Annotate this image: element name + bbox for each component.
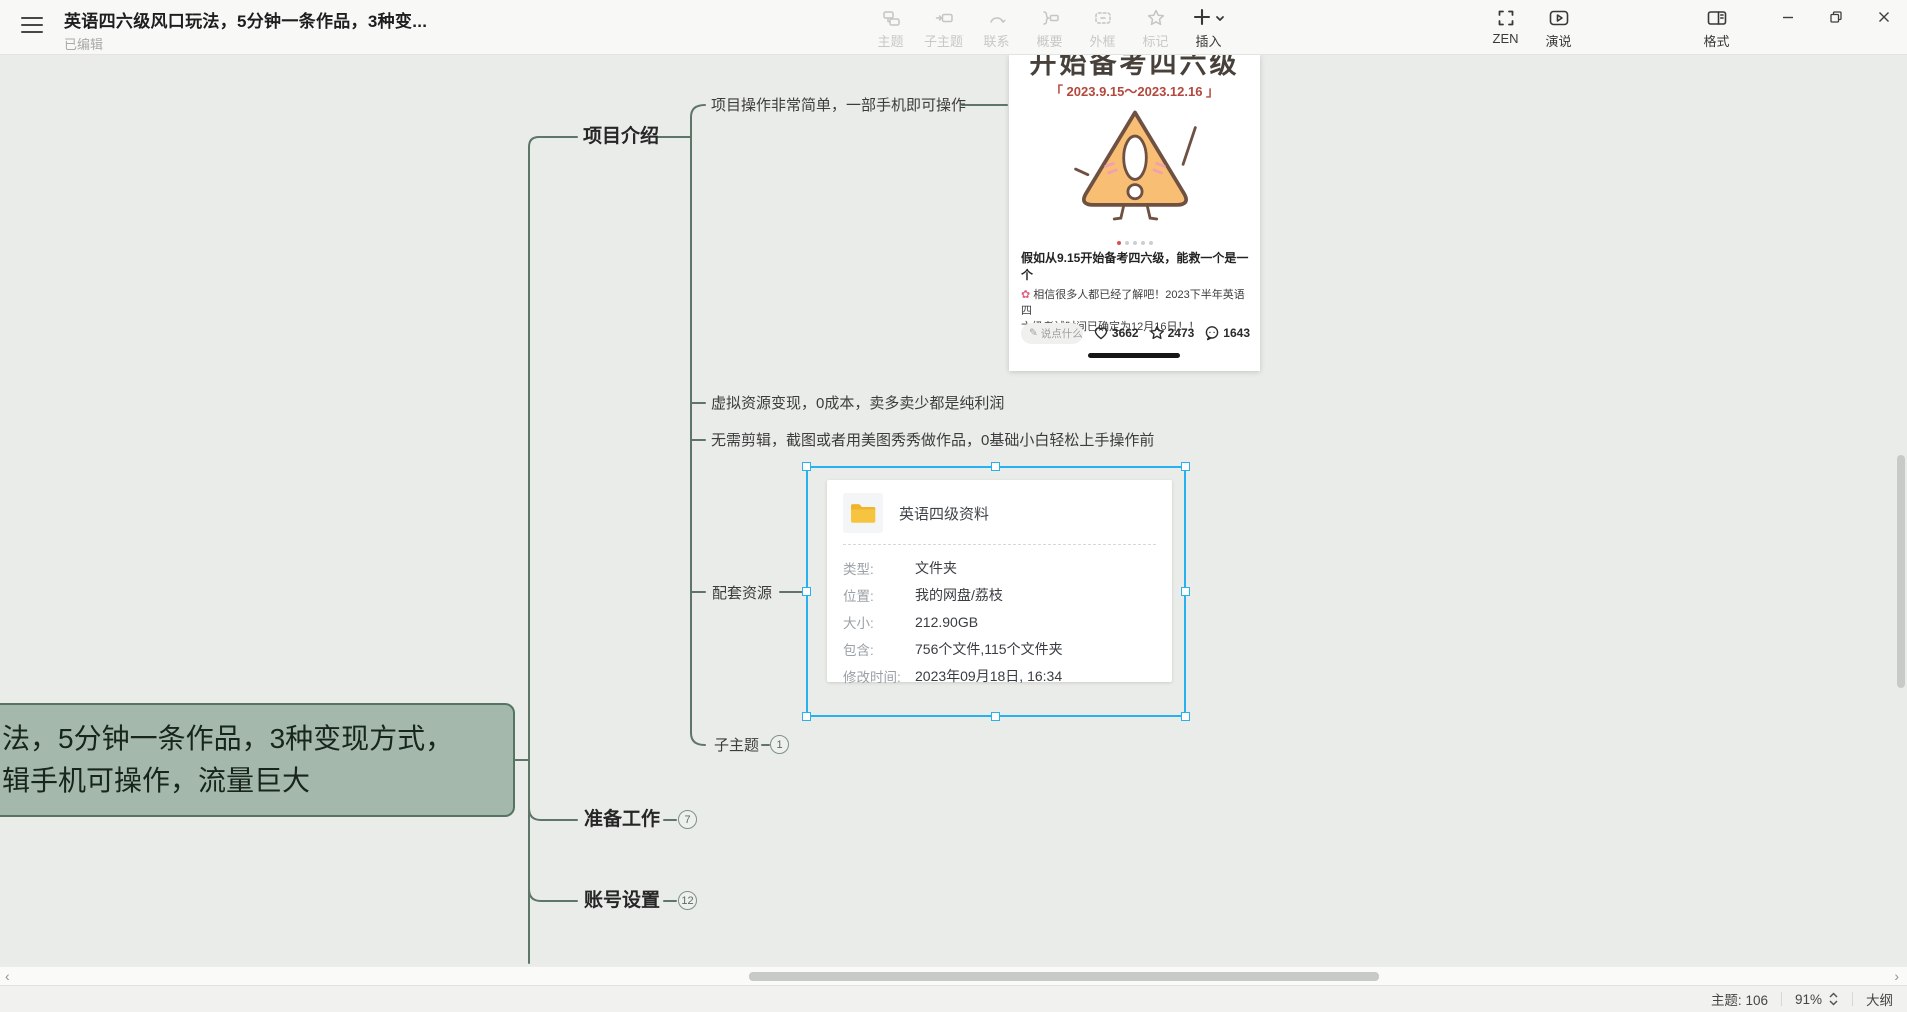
toolbar-insert-button[interactable]: 插入 — [1182, 6, 1235, 50]
central-topic[interactable]: 法，5分钟一条作品，3种变现方式， 辑手机可操作，流量巨大 — [0, 703, 515, 817]
zen-brackets-icon — [1496, 8, 1516, 28]
title-block: 英语四六级风口玩法，5分钟一条作品，3种变... 已编辑 — [64, 7, 427, 53]
poster-clipped-heading: 开始备考四六级 — [1009, 55, 1260, 76]
resize-handle-mid-left[interactable] — [802, 587, 811, 596]
status-bar: 主题: 106 91% 大纲 — [0, 985, 1907, 1012]
central-topic-line2: 辑手机可操作，流量巨大 — [2, 760, 513, 802]
poster-post-title: 假如从9.15开始备考四六级，能救一个是一 个 — [1021, 250, 1250, 284]
play-presentation-icon — [1548, 8, 1570, 28]
central-topic-line1: 法，5分钟一条作品，3种变现方式， — [2, 718, 513, 760]
close-icon — [1877, 10, 1891, 24]
toolbar-boundary-button[interactable]: 外框 — [1076, 6, 1129, 50]
resize-handle-bottom-right[interactable] — [1181, 712, 1190, 721]
resize-handle-top-left[interactable] — [802, 462, 811, 471]
carousel-dots — [1009, 241, 1260, 245]
subtopic-no-editing[interactable]: 无需剪辑，截图或者用美图秀秀做作品，0基础小白轻松上手操作前 — [711, 430, 1154, 451]
subtopic-child[interactable]: 子主题 — [714, 735, 759, 756]
zoom-stepper-icon[interactable] — [1828, 991, 1839, 1007]
mindmap-canvas[interactable]: 法，5分钟一条作品，3种变现方式， 辑手机可操作，流量巨大 项目介绍 准备工作 … — [0, 0, 1907, 985]
comment-input-pill: ✎ 说点什么... — [1021, 323, 1083, 344]
badge-preparation-count[interactable]: 7 — [678, 810, 697, 829]
poster-image-card[interactable]: 开始备考四六级 「 2023.9.15～2023.12.16 」 假如从9.15… — [1009, 55, 1260, 371]
file-row-type: 类型: 文件夹 — [843, 554, 1156, 581]
flower-emoji-icon: ✿ — [1021, 289, 1030, 301]
statusbar-separator — [1781, 992, 1782, 1006]
toolbar: 英语四六级风口玩法，5分钟一条作品，3种变... 已编辑 主题 子主题 联系 概… — [0, 0, 1907, 55]
topic-icon — [881, 8, 901, 28]
minimize-icon — [1781, 10, 1795, 24]
summary-icon — [1040, 8, 1060, 28]
toolbar-relation-button[interactable]: 联系 — [970, 6, 1023, 50]
window-close-button[interactable] — [1862, 0, 1906, 34]
subtopic-bundled-resource[interactable]: 配套资源 — [712, 583, 772, 604]
resize-handle-bottom-center[interactable] — [991, 712, 1000, 721]
warning-triangle-illustration — [1069, 101, 1201, 239]
relation-icon — [987, 8, 1007, 28]
toolbar-topic-button[interactable]: 主题 — [864, 6, 917, 50]
poster-action-bar: ✎ 说点什么... 3662 2473 — [1021, 322, 1250, 344]
menu-hamburger-icon[interactable] — [21, 17, 43, 35]
restore-icon — [1829, 10, 1843, 24]
resize-handle-mid-right[interactable] — [1181, 587, 1190, 596]
branch-preparation[interactable]: 准备工作 — [584, 809, 660, 831]
file-row-location: 位置: 我的网盘/荔枝 — [843, 581, 1156, 608]
chevron-down-icon — [1214, 12, 1226, 24]
resize-handle-top-center[interactable] — [991, 462, 1000, 471]
star-icon — [1149, 325, 1165, 341]
selection-frame: 英语四级资料 类型: 文件夹 位置: 我的网盘/荔枝 大小: 212.90GB … — [806, 466, 1186, 717]
favorite-count: 2473 — [1149, 325, 1195, 341]
file-row-contains: 包含: 756个文件,115个文件夹 — [843, 635, 1156, 662]
subtopic-icon — [934, 8, 954, 28]
boundary-icon — [1093, 8, 1113, 28]
topic-count: 主题: 106 — [1711, 989, 1768, 1009]
subtopic-virtual-resource[interactable]: 虚拟资源变现，0成本，卖多卖少都是纯利润 — [711, 393, 1004, 414]
marker-star-icon — [1146, 8, 1166, 28]
comment-count: 1643 — [1204, 325, 1250, 341]
folder-icon — [843, 493, 883, 533]
resize-handle-bottom-left[interactable] — [802, 712, 811, 721]
toolbar-subtopic-button[interactable]: 子主题 — [917, 6, 970, 50]
document-title: 英语四六级风口玩法，5分钟一条作品，3种变... — [64, 7, 427, 32]
horizontal-scrollbar[interactable]: ‹ › — [0, 966, 1907, 985]
comment-bubble-icon — [1204, 325, 1220, 341]
pencil-icon: ✎ — [1029, 327, 1038, 339]
file-info-card[interactable]: 英语四级资料 类型: 文件夹 位置: 我的网盘/荔枝 大小: 212.90GB … — [827, 480, 1172, 682]
outline-view-button[interactable]: 大纲 — [1866, 989, 1893, 1009]
file-name: 英语四级资料 — [899, 503, 989, 524]
window-restore-button[interactable] — [1814, 0, 1858, 34]
scroll-right-arrow[interactable]: › — [1894, 968, 1899, 984]
badge-subtopic-count[interactable]: 1 — [770, 735, 789, 754]
zoom-control[interactable]: 91% — [1795, 991, 1839, 1007]
file-row-modified: 修改时间: 2023年09月18日, 16:34 — [843, 662, 1156, 689]
branch-account-setup[interactable]: 账号设置 — [584, 890, 660, 912]
toolbar-format-button[interactable]: 格式 — [1690, 6, 1743, 50]
zoom-level: 91% — [1795, 992, 1822, 1007]
document-edit-status: 已编辑 — [64, 34, 427, 53]
home-indicator-bar — [1088, 353, 1180, 358]
toolbar-present-button[interactable]: 演说 — [1532, 6, 1585, 50]
statusbar-separator — [1852, 992, 1853, 1006]
toolbar-zen-button[interactable]: ZEN — [1479, 6, 1532, 50]
file-row-size: 大小: 212.90GB — [843, 608, 1156, 635]
scroll-left-arrow[interactable]: ‹ — [5, 968, 10, 984]
subtopic-operation[interactable]: 项目操作非常简单，一部手机即可操作 — [711, 95, 966, 116]
horizontal-scrollbar-thumb[interactable] — [749, 972, 1379, 981]
resize-handle-top-right[interactable] — [1181, 462, 1190, 471]
format-panel-icon — [1706, 8, 1728, 28]
plus-icon — [1192, 7, 1214, 29]
branch-project-intro[interactable]: 项目介绍 — [583, 126, 659, 148]
like-count: 3662 — [1093, 325, 1139, 341]
window-minimize-button[interactable] — [1766, 0, 1810, 34]
badge-account-count[interactable]: 12 — [678, 891, 697, 910]
toolbar-summary-button[interactable]: 概要 — [1023, 6, 1076, 50]
poster-date-range: 「 2023.9.15～2023.12.16 」 — [1009, 81, 1260, 100]
heart-icon — [1093, 325, 1109, 341]
toolbar-marker-button[interactable]: 标记 — [1129, 6, 1182, 50]
vertical-scrollbar-thumb[interactable] — [1897, 455, 1905, 688]
